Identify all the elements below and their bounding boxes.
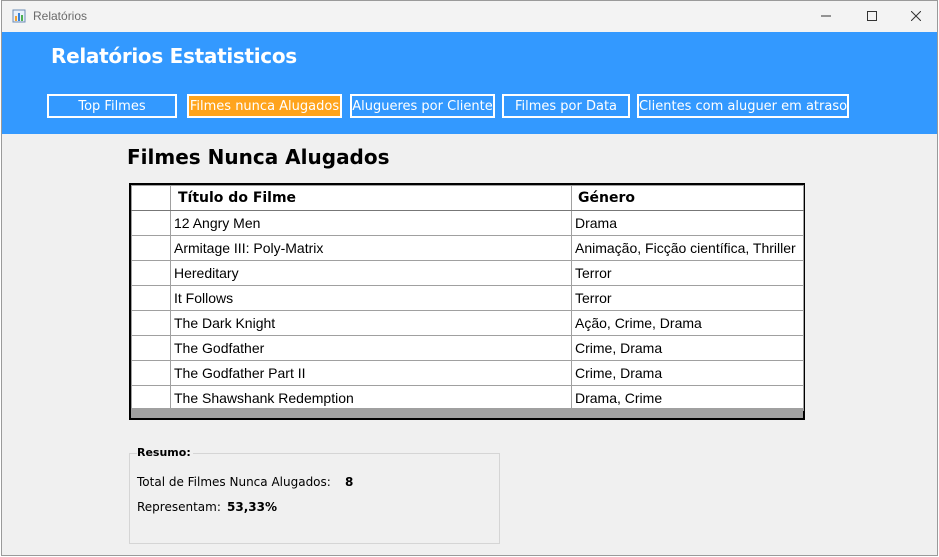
cell-genero[interactable]: Terror — [571, 260, 804, 286]
cell-titulo[interactable]: Hereditary — [170, 260, 572, 286]
table-row[interactable]: The Godfather Part II Crime, Drama — [131, 360, 804, 386]
cell-titulo[interactable]: The Godfather — [170, 335, 572, 361]
cell-genero[interactable]: Crime, Drama — [571, 335, 804, 361]
window-title: Relatórios — [33, 9, 88, 23]
grid-horizontal-scrollbar[interactable] — [131, 408, 803, 418]
column-header-titulo[interactable]: Título do Filme — [170, 185, 572, 211]
total-value: 8 — [345, 475, 354, 489]
row-header[interactable] — [131, 385, 171, 411]
total-label: Total de Filmes Nunca Alugados: — [137, 475, 331, 489]
chart-app-icon — [12, 9, 26, 23]
title-bar[interactable]: Relatórios — [2, 1, 937, 32]
summary-groupbox — [129, 453, 500, 544]
cell-genero[interactable]: Drama — [571, 210, 804, 236]
cell-genero[interactable]: Drama, Crime — [571, 385, 804, 411]
maximize-icon — [867, 8, 877, 26]
maximize-button[interactable] — [849, 1, 895, 32]
close-icon — [910, 8, 922, 26]
row-header[interactable] — [131, 285, 171, 311]
cell-genero[interactable]: Terror — [571, 285, 804, 311]
table-row[interactable]: It Follows Terror — [131, 285, 804, 311]
table-row[interactable]: Armitage III: Poly-Matrix Animação, Ficçã… — [131, 235, 804, 261]
cell-titulo[interactable]: The Godfather Part II — [170, 360, 572, 386]
table-row[interactable]: 12 Angry Men Drama — [131, 210, 804, 236]
table-header-row: Título do Filme Género — [131, 185, 804, 211]
header-banner: Relatórios Estatisticos — [2, 32, 937, 86]
cell-genero[interactable]: Ação, Crime, Drama — [571, 310, 804, 336]
table-row[interactable]: The Dark Knight Ação, Crime, Drama — [131, 310, 804, 336]
column-header-genero[interactable]: Género — [571, 185, 804, 211]
table-row[interactable]: The Godfather Crime, Drama — [131, 335, 804, 361]
row-header[interactable] — [131, 360, 171, 386]
nav-alugueres-por-cliente-button[interactable]: Alugueres por Cliente — [350, 94, 495, 118]
nav-clientes-atraso-button[interactable]: Clientes com aluguer em atraso — [637, 94, 849, 118]
cell-titulo[interactable]: 12 Angry Men — [170, 210, 572, 236]
minimize-button[interactable] — [803, 1, 849, 32]
report-nav: Top Filmes Filmes nunca Alugados Aluguer… — [2, 86, 937, 134]
table-row[interactable]: Hereditary Terror — [131, 260, 804, 286]
cell-titulo[interactable]: Armitage III: Poly-Matrix — [170, 235, 572, 261]
percent-label: Representam: — [137, 500, 221, 514]
cell-titulo[interactable]: The Shawshank Redemption — [170, 385, 572, 411]
row-header-corner[interactable] — [131, 185, 171, 211]
close-button[interactable] — [893, 1, 937, 32]
row-header[interactable] — [131, 210, 171, 236]
cell-genero[interactable]: Crime, Drama — [571, 360, 804, 386]
nav-filmes-nunca-alugados-button[interactable]: Filmes nunca Alugados — [187, 94, 342, 118]
cell-titulo[interactable]: It Follows — [170, 285, 572, 311]
cell-genero[interactable]: Animação, Ficção científica, Thriller — [571, 235, 804, 261]
app-window: Relatórios Relatórios Estatisticos Top F… — [1, 0, 938, 556]
header-title: Relatórios Estatisticos — [51, 44, 297, 68]
films-data-grid[interactable]: Título do Filme Género 12 Angry Men Drama… — [129, 183, 805, 420]
row-header[interactable] — [131, 310, 171, 336]
nav-filmes-por-data-button[interactable]: Filmes por Data — [502, 94, 630, 118]
nav-top-filmes-button[interactable]: Top Filmes — [47, 94, 177, 118]
row-header[interactable] — [131, 235, 171, 261]
row-header[interactable] — [131, 335, 171, 361]
minimize-icon — [821, 8, 831, 26]
cell-titulo[interactable]: The Dark Knight — [170, 310, 572, 336]
summary-legend: Resumo: — [137, 446, 193, 459]
table-row[interactable]: The Shawshank Redemption Drama, Crime — [131, 385, 804, 411]
page-title: Filmes Nunca Alugados — [127, 145, 390, 169]
row-header[interactable] — [131, 260, 171, 286]
percent-value: 53,33% — [227, 500, 277, 514]
